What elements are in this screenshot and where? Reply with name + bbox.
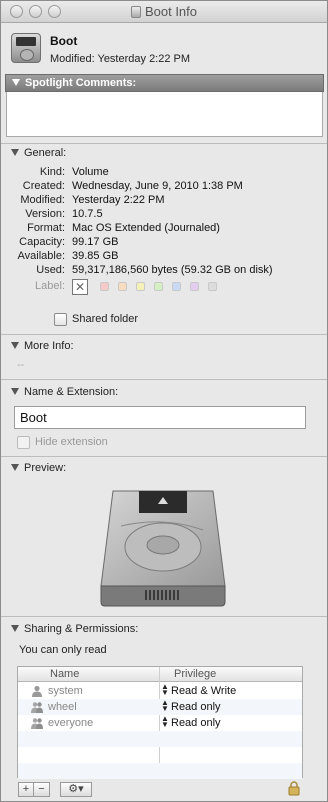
user-name: wheel (48, 701, 77, 713)
column-header-privilege[interactable]: Privilege (159, 667, 302, 682)
spotlight-comments-field[interactable] (6, 92, 323, 137)
disclosure-triangle-icon (12, 79, 20, 86)
label-color-swatch[interactable] (190, 282, 199, 291)
general-label: Capacity: (19, 236, 65, 248)
label-color-swatch[interactable] (208, 282, 217, 291)
label-color-swatch[interactable] (154, 282, 163, 291)
general-value: 10.7.5 (72, 208, 103, 220)
label-title: Label: (35, 280, 65, 292)
name-field[interactable] (14, 406, 306, 429)
general-label: Modified: (20, 194, 65, 206)
remove-user-button[interactable]: − (34, 782, 50, 797)
shared-folder-label: Shared folder (72, 313, 139, 325)
name-extension-header[interactable]: Name & Extension: (11, 386, 118, 398)
privilege-select[interactable]: Read only (171, 717, 221, 729)
table-row (18, 747, 302, 763)
privilege-stepper-icon[interactable]: ▲ ▼ (161, 683, 169, 697)
window-title: Boot Info (1, 4, 327, 19)
table-row[interactable]: wheel ▲ ▼ Read only (18, 699, 302, 715)
privilege-select[interactable]: Read only (171, 701, 221, 713)
hide-extension-label: Hide extension (35, 436, 108, 448)
table-row[interactable]: system ▲ ▼ Read & Write (18, 683, 302, 699)
group-icon (31, 702, 43, 713)
general-value: 39.85 GB (72, 250, 119, 262)
group-icon (31, 718, 43, 729)
volume-icon (11, 33, 41, 63)
sharing-status: You can only read (19, 644, 107, 656)
lock-icon[interactable] (288, 781, 300, 796)
spotlight-comments-header[interactable]: Spotlight Comments: (5, 74, 324, 92)
general-value: 99.17 GB (72, 236, 119, 248)
column-header-name[interactable]: Name (18, 667, 159, 682)
label-color-swatch[interactable] (172, 282, 181, 291)
drive-icon (130, 6, 141, 18)
permissions-table: Name Privilege system ▲ ▼ Read & Write whee… (17, 666, 303, 779)
hard-drive-preview (100, 490, 226, 607)
more-info-header[interactable]: More Info: (11, 340, 74, 352)
general-label: Used: (36, 264, 65, 276)
privilege-select[interactable]: Read & Write (171, 685, 236, 697)
general-label: Available: (17, 250, 66, 262)
info-header: Boot Modified: Yesterday 2:22 PM (1, 24, 327, 71)
label-color-swatch[interactable] (118, 282, 127, 291)
more-info-section: More Info: -- (1, 334, 327, 376)
info-window: Boot Info Boot Modified: Yesterday 2:22 … (0, 0, 328, 802)
disclosure-triangle-icon (11, 625, 19, 632)
disclosure-triangle-icon (11, 464, 19, 471)
general-value: Yesterday 2:22 PM (72, 194, 165, 206)
more-info-value: -- (17, 359, 25, 371)
user-name: everyone (48, 717, 94, 729)
no-label-icon[interactable]: ✕ (72, 279, 88, 295)
title-bar: Boot Info (1, 1, 327, 23)
label-color-swatch[interactable] (136, 282, 145, 291)
general-label: Kind: (39, 166, 65, 178)
table-row (18, 731, 302, 747)
disclosure-triangle-icon (11, 149, 19, 156)
general-value: 59,317,186,560 bytes (59.32 GB on disk) (72, 264, 273, 276)
sharing-header[interactable]: Sharing & Permissions: (11, 623, 138, 635)
item-name: Boot (50, 34, 78, 48)
item-modified: Modified: Yesterday 2:22 PM (50, 53, 191, 65)
general-value: Wednesday, June 9, 2010 1:38 PM (72, 180, 243, 192)
general-header[interactable]: General: (11, 147, 66, 159)
privilege-stepper-icon[interactable]: ▲ ▼ (161, 715, 169, 729)
general-label: Version: (25, 208, 65, 220)
label-color-swatch[interactable] (100, 282, 109, 291)
general-value: Volume (72, 166, 109, 178)
disclosure-triangle-icon (11, 342, 19, 349)
action-menu-button[interactable]: ⚙▾ (60, 782, 92, 797)
shared-folder-checkbox[interactable] (54, 313, 67, 326)
add-user-button[interactable]: + (18, 782, 34, 797)
hide-extension-checkbox[interactable] (17, 436, 30, 449)
table-row (18, 763, 302, 779)
table-row[interactable]: everyone ▲ ▼ Read only (18, 715, 302, 731)
privilege-stepper-icon[interactable]: ▲ ▼ (161, 699, 169, 713)
disclosure-triangle-icon (11, 388, 19, 395)
preview-header[interactable]: Preview: (11, 462, 66, 474)
general-label: Format: (27, 222, 65, 234)
general-label: Created: (22, 180, 65, 192)
user-name: system (48, 685, 83, 697)
general-value: Mac OS Extended (Journaled) (72, 222, 220, 234)
user-icon (32, 685, 42, 697)
